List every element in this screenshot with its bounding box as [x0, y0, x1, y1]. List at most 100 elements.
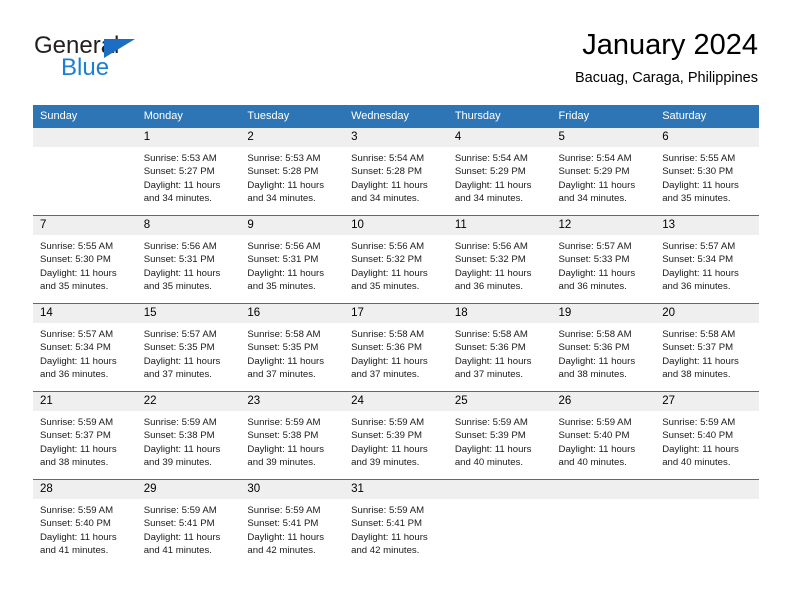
- day-info-sunrise: Sunrise: 5:56 AM: [247, 241, 321, 252]
- day-info-sunrise: Sunrise: 5:56 AM: [454, 241, 528, 252]
- day-info-daylight-line2: and 40 minutes.: [662, 456, 731, 468]
- day-number: 16: [240, 304, 345, 323]
- calendar-page: General Blue January 2024 Bacuag, Caraga…: [0, 0, 792, 612]
- calendar-day-cell[interactable]: 4 Sunrise: 5:54 AM Sunset: 5:29 PM Daylight…: [447, 127, 552, 216]
- day-number: 3: [344, 128, 448, 147]
- calendar-day-cell[interactable]: 29 Sunrise: 5:59 AM Sunset: 5:41 PM Dayligh…: [136, 479, 241, 567]
- calendar-day-cell[interactable]: 20 Sunrise: 5:58 AM Sunset: 5:37 PM Dayligh…: [655, 303, 759, 392]
- day-info-sunrise: Sunrise: 5:59 AM: [454, 417, 528, 428]
- day-info-daylight-line2: and 41 minutes.: [143, 544, 212, 556]
- calendar-day-cell[interactable]: 18 Sunrise: 5:58 AM Sunset: 5:36 PM Dayligh…: [447, 303, 552, 392]
- calendar-day-cell[interactable]: 23 Sunrise: 5:59 AM Sunset: 5:38 PM Dayligh…: [240, 391, 345, 480]
- page-title: January 2024: [582, 29, 758, 61]
- calendar-day-cell[interactable]: 27 Sunrise: 5:59 AM Sunset: 5:40 PM Dayligh…: [655, 391, 759, 480]
- day-info-sunset: Sunset: 5:36 PM: [351, 342, 423, 354]
- day-info-daylight-line2: and 38 minutes.: [662, 368, 731, 380]
- day-info-sunset: Sunset: 5:34 PM: [662, 254, 734, 266]
- day-info-sunset: Sunset: 5:34 PM: [40, 342, 111, 354]
- day-sun-info: Sunrise: 5:59 AM Sunset: 5:41 PM Daylight:…: [137, 499, 241, 557]
- day-info-sunrise: Sunrise: 5:57 AM: [662, 241, 736, 252]
- day-info-sunrise: Sunrise: 5:56 AM: [351, 241, 425, 252]
- day-info-sunrise: Sunrise: 5:59 AM: [558, 417, 632, 428]
- calendar-day-cell[interactable]: 24 Sunrise: 5:59 AM Sunset: 5:39 PM Dayligh…: [344, 391, 448, 480]
- calendar-day-cell[interactable]: 21 Sunrise: 5:59 AM Sunset: 5:37 PM Dayligh…: [33, 391, 137, 480]
- calendar-day-cell[interactable]: 14 Sunrise: 5:57 AM Sunset: 5:34 PM Dayligh…: [33, 303, 137, 392]
- day-info-sunrise: Sunrise: 5:55 AM: [662, 153, 736, 164]
- calendar-day-cell[interactable]: 2 Sunrise: 5:53 AM Sunset: 5:28 PM Daylight…: [240, 127, 345, 216]
- calendar-day-cell[interactable]: 9 Sunrise: 5:56 AM Sunset: 5:31 PM Daylight…: [240, 215, 345, 304]
- calendar-day-cell[interactable]: 11 Sunrise: 5:56 AM Sunset: 5:32 PM Dayligh…: [447, 215, 552, 304]
- calendar-day-cell[interactable]: 8 Sunrise: 5:56 AM Sunset: 5:31 PM Daylight…: [136, 215, 241, 304]
- calendar-day-cell[interactable]: 15 Sunrise: 5:57 AM Sunset: 5:35 PM Dayligh…: [136, 303, 241, 392]
- day-cell-inner: 29 Sunrise: 5:59 AM Sunset: 5:41 PM Dayligh…: [136, 480, 241, 567]
- day-info-daylight-line2: and 40 minutes.: [454, 456, 524, 468]
- day-number: 28: [33, 480, 137, 499]
- day-info-sunrise: Sunrise: 5:59 AM: [662, 417, 736, 428]
- day-info-sunset: Sunset: 5:29 PM: [558, 166, 630, 178]
- calendar-day-cell[interactable]: 7 Sunrise: 5:55 AM Sunset: 5:30 PM Daylight…: [33, 215, 137, 304]
- calendar-day-cell[interactable]: 25 Sunrise: 5:59 AM Sunset: 5:39 PM Dayligh…: [447, 391, 552, 480]
- day-info-sunrise: Sunrise: 5:59 AM: [40, 417, 114, 428]
- brand-logo[interactable]: General Blue: [34, 28, 254, 88]
- day-cell-inner: 10 Sunrise: 5:56 AM Sunset: 5:32 PM Dayligh…: [344, 216, 448, 303]
- page-subtitle: Bacuag, Caraga, Philippines: [575, 70, 758, 86]
- day-sun-info: [448, 499, 552, 504]
- day-info-daylight-line1: Daylight: 11 hours: [247, 531, 325, 543]
- calendar-day-cell[interactable]: 19 Sunrise: 5:58 AM Sunset: 5:36 PM Dayligh…: [551, 303, 656, 392]
- day-info-daylight-line2: and 34 minutes.: [143, 192, 212, 204]
- day-sun-info: Sunrise: 5:58 AM Sunset: 5:37 PM Daylight:…: [655, 323, 759, 381]
- day-number: 27: [655, 392, 759, 411]
- day-number: 5: [551, 128, 656, 147]
- day-sun-info: Sunrise: 5:59 AM Sunset: 5:41 PM Daylight:…: [240, 499, 344, 557]
- day-cell-inner: 12 Sunrise: 5:57 AM Sunset: 5:33 PM Dayligh…: [551, 216, 656, 303]
- day-info-daylight-line1: Daylight: 11 hours: [351, 355, 428, 367]
- day-info-sunset: Sunset: 5:41 PM: [247, 518, 319, 530]
- day-number: 21: [33, 392, 137, 411]
- calendar-day-cell[interactable]: 10 Sunrise: 5:56 AM Sunset: 5:32 PM Dayligh…: [344, 215, 448, 304]
- day-info-daylight-line2: and 35 minutes.: [247, 280, 316, 292]
- day-info-daylight-line2: and 34 minutes.: [351, 192, 420, 204]
- day-info-daylight-line2: and 35 minutes.: [143, 280, 212, 292]
- day-number: 17: [344, 304, 448, 323]
- day-info-sunset: Sunset: 5:28 PM: [247, 166, 319, 178]
- day-cell-inner: 21 Sunrise: 5:59 AM Sunset: 5:37 PM Dayligh…: [33, 392, 137, 479]
- day-sun-info: Sunrise: 5:59 AM Sunset: 5:37 PM Daylight:…: [33, 411, 137, 469]
- day-cell-inner: 16 Sunrise: 5:58 AM Sunset: 5:35 PM Dayligh…: [240, 304, 345, 391]
- calendar-day-cell[interactable]: 1 Sunrise: 5:53 AM Sunset: 5:27 PM Daylight…: [136, 127, 241, 216]
- day-cell-inner: 27 Sunrise: 5:59 AM Sunset: 5:40 PM Dayligh…: [655, 392, 759, 479]
- day-cell-inner: 8 Sunrise: 5:56 AM Sunset: 5:31 PM Daylight…: [136, 216, 241, 303]
- day-cell-inner: 2 Sunrise: 5:53 AM Sunset: 5:28 PM Daylight…: [240, 128, 345, 215]
- day-info-daylight-line1: Daylight: 11 hours: [558, 179, 636, 191]
- day-sun-info: Sunrise: 5:56 AM Sunset: 5:32 PM Daylight:…: [344, 235, 448, 293]
- day-cell-inner: 20 Sunrise: 5:58 AM Sunset: 5:37 PM Dayligh…: [655, 304, 759, 391]
- calendar-day-cell[interactable]: 6 Sunrise: 5:55 AM Sunset: 5:30 PM Daylight…: [655, 127, 759, 216]
- calendar-day-cell[interactable]: 30 Sunrise: 5:59 AM Sunset: 5:41 PM Dayligh…: [240, 479, 345, 567]
- calendar-day-cell[interactable]: 12 Sunrise: 5:57 AM Sunset: 5:33 PM Dayligh…: [551, 215, 656, 304]
- calendar-week-row: 28 Sunrise: 5:59 AM Sunset: 5:40 PM Dayligh…: [33, 479, 759, 567]
- calendar-day-cell[interactable]: 22 Sunrise: 5:59 AM Sunset: 5:38 PM Dayligh…: [136, 391, 241, 480]
- calendar-day-cell[interactable]: 16 Sunrise: 5:58 AM Sunset: 5:35 PM Dayligh…: [240, 303, 345, 392]
- day-info-daylight-line1: Daylight: 11 hours: [247, 355, 325, 367]
- title-block: January 2024 Bacuag, Caraga, Philippines: [575, 28, 758, 87]
- day-cell-inner: 26 Sunrise: 5:59 AM Sunset: 5:40 PM Dayligh…: [551, 392, 656, 479]
- day-info-sunrise: Sunrise: 5:58 AM: [351, 329, 425, 340]
- calendar-day-cell[interactable]: 17 Sunrise: 5:58 AM Sunset: 5:36 PM Dayligh…: [344, 303, 448, 392]
- calendar-day-cell[interactable]: 13 Sunrise: 5:57 AM Sunset: 5:34 PM Dayligh…: [655, 215, 759, 304]
- day-number: 7: [33, 216, 137, 235]
- day-info-daylight-line1: Daylight: 11 hours: [558, 267, 636, 279]
- day-sun-info: Sunrise: 5:59 AM Sunset: 5:38 PM Daylight:…: [240, 411, 344, 469]
- day-info-daylight-line1: Daylight: 11 hours: [40, 355, 117, 367]
- day-info-daylight-line1: Daylight: 11 hours: [40, 443, 117, 455]
- day-info-sunset: Sunset: 5:30 PM: [662, 166, 734, 178]
- day-cell-inner: 15 Sunrise: 5:57 AM Sunset: 5:35 PM Dayligh…: [136, 304, 241, 391]
- weekday-header-row: Sunday Monday Tuesday Wednesday Thursday…: [33, 105, 759, 128]
- weekday-header-wednesday: Wednesday: [344, 105, 448, 128]
- calendar-day-cell[interactable]: 3 Sunrise: 5:54 AM Sunset: 5:28 PM Daylight…: [344, 127, 448, 216]
- calendar-day-cell[interactable]: 5 Sunrise: 5:54 AM Sunset: 5:29 PM Daylight…: [551, 127, 656, 216]
- calendar-day-cell[interactable]: 28 Sunrise: 5:59 AM Sunset: 5:40 PM Dayligh…: [33, 479, 137, 567]
- calendar-day-cell[interactable]: 26 Sunrise: 5:59 AM Sunset: 5:40 PM Dayligh…: [551, 391, 656, 480]
- day-cell-inner: 17 Sunrise: 5:58 AM Sunset: 5:36 PM Dayligh…: [344, 304, 448, 391]
- day-info-sunrise: Sunrise: 5:58 AM: [558, 329, 632, 340]
- calendar-day-cell[interactable]: 31 Sunrise: 5:59 AM Sunset: 5:41 PM Dayligh…: [344, 479, 448, 567]
- day-number: 18: [447, 304, 552, 323]
